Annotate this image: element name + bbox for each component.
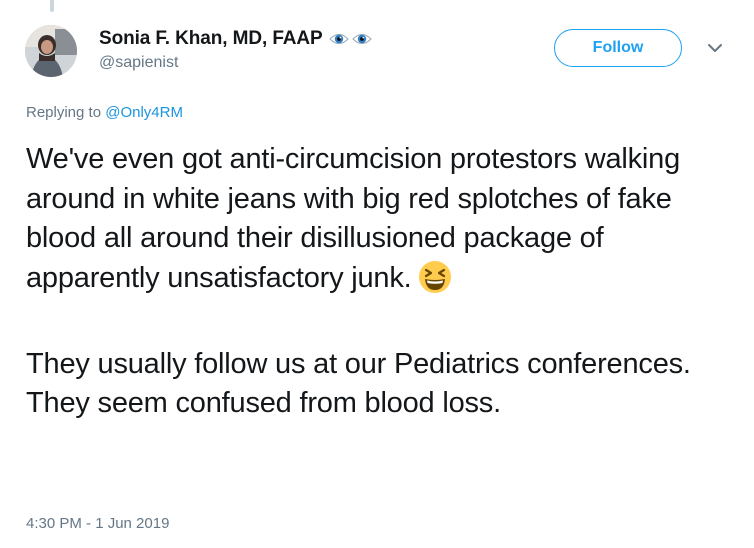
reply-mention-link[interactable]: @Only4RM (105, 104, 183, 121)
reply-context: Replying to @Only4RM (26, 104, 183, 121)
tweet-paragraph: We've even got anti-circumcision protest… (26, 140, 741, 305)
tweet-paragraph-1: We've even got anti-circumcision protest… (26, 143, 681, 294)
author-handle[interactable]: @sapienist (99, 54, 178, 72)
author-display-name[interactable]: Sonia F. Khan, MD, FAAP (99, 28, 323, 50)
grinning-squinting-face-icon (418, 260, 452, 306)
tweet-paragraph: They usually follow us at our Pediatrics… (26, 345, 741, 424)
follow-button[interactable]: Follow (554, 29, 682, 67)
eye-icon (351, 34, 372, 44)
tweet-timestamp[interactable]: 4:30 PM - 1 Jun 2019 (26, 515, 169, 532)
eye-icon (328, 34, 349, 44)
chevron-down-icon[interactable] (706, 41, 724, 55)
tweet-paragraph-2: They usually follow us at our Pediatrics… (26, 347, 691, 420)
name-emoji-group (328, 29, 372, 49)
author-name-row[interactable]: Sonia F. Khan, MD, FAAP (99, 28, 372, 50)
reply-context-prefix: Replying to (26, 104, 102, 121)
thread-connector-line (50, 0, 54, 12)
avatar[interactable] (25, 25, 77, 77)
tweet-text: We've even got anti-circumcision protest… (26, 140, 741, 424)
